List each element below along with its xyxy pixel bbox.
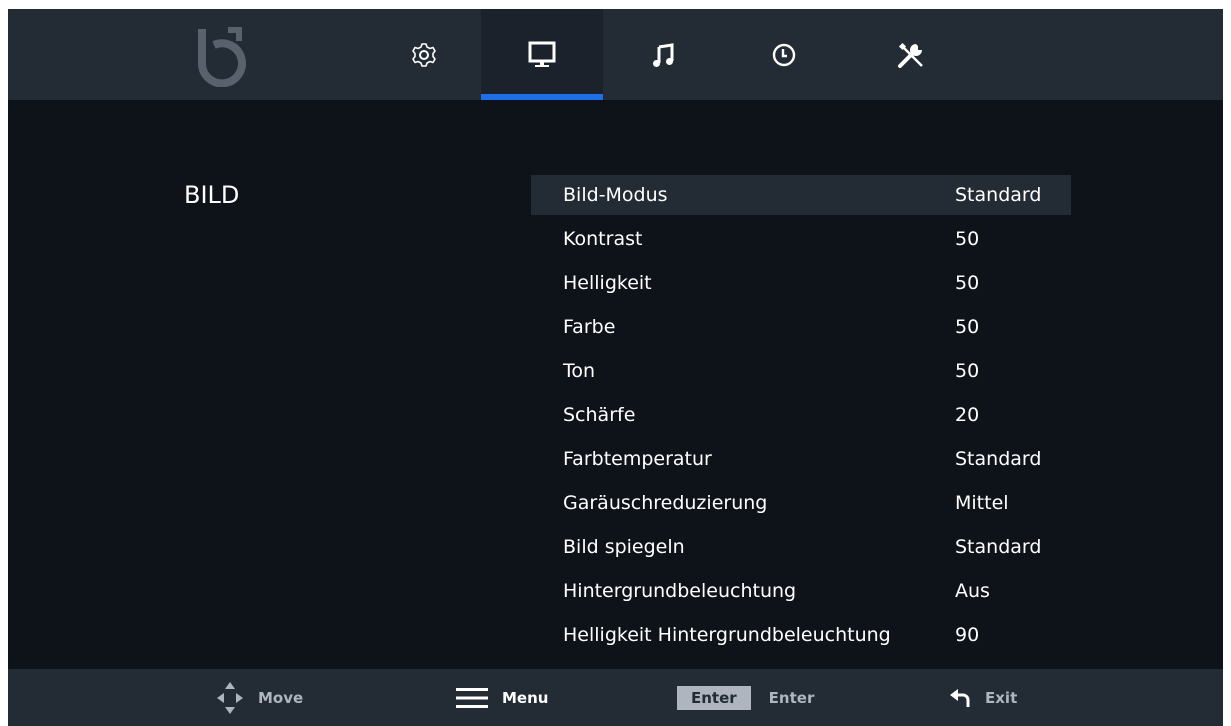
- menu-item-color-temperature[interactable]: Farbtemperatur Standard: [531, 439, 1071, 479]
- clock-icon: [772, 43, 796, 67]
- hint-enter: Enter Enter: [677, 669, 814, 726]
- brand-logo: [197, 27, 246, 87]
- gear-icon: [412, 43, 436, 67]
- menu-item-tint[interactable]: Ton 50: [531, 351, 1071, 391]
- menu-item-label: Kontrast: [563, 228, 643, 250]
- menu-item-label: Farbtemperatur: [563, 448, 712, 470]
- tab-setup[interactable]: [850, 9, 972, 100]
- monitor-icon: [528, 41, 556, 67]
- menu-item-label: Schärfe: [563, 404, 636, 426]
- hint-exit-label: Exit: [985, 688, 1018, 707]
- menu-item-value: 50: [955, 316, 980, 338]
- tab-picture[interactable]: [481, 9, 603, 100]
- menu-item-value: Aus: [955, 580, 990, 602]
- tools-icon: [898, 42, 923, 68]
- tab-settings[interactable]: [363, 9, 485, 100]
- menu-item-brightness[interactable]: Helligkeit 50: [531, 263, 1071, 303]
- menu-item-label: Helligkeit Hintergrundbeleuchtung: [563, 624, 891, 646]
- menu-item-value: 50: [955, 228, 980, 250]
- menu-item-picture-mode[interactable]: Bild-Modus Standard: [531, 175, 1071, 215]
- hint-menu-label: Menu: [502, 688, 549, 707]
- menu-item-sharpness[interactable]: Schärfe 20: [531, 395, 1071, 435]
- menu-item-backlight[interactable]: Hintergrundbeleuchtung Aus: [531, 571, 1071, 611]
- menu-item-label: Farbe: [563, 316, 616, 338]
- menu-item-label: Ton: [563, 360, 596, 382]
- back-arrow-icon: [950, 688, 970, 707]
- hint-move-label: Move: [258, 688, 304, 707]
- enter-key-badge: Enter: [677, 685, 751, 710]
- tab-sound[interactable]: [603, 9, 725, 100]
- dpad-icon: [217, 681, 243, 714]
- hint-exit: Exit: [949, 669, 1017, 726]
- tab-timer[interactable]: [723, 9, 845, 100]
- hint-move: Move: [216, 669, 303, 726]
- menu-item-mirror-picture[interactable]: Bild spiegeln Standard: [531, 527, 1071, 567]
- menu-item-value: 20: [955, 404, 980, 426]
- menu-item-noise-reduction[interactable]: Garäuschreduzierung Mittel: [531, 483, 1071, 523]
- hint-enter-label: Enter: [768, 688, 815, 707]
- menu-item-backlight-brightness[interactable]: Helligkeit Hintergrundbeleuchtung 90: [531, 615, 1071, 655]
- menu-item-value: 50: [955, 272, 980, 294]
- menu-item-label: Bild-Modus: [563, 184, 668, 206]
- menu-item-value: 50: [955, 360, 980, 382]
- menu-item-label: Bild spiegeln: [563, 536, 685, 558]
- menu-item-color[interactable]: Farbe 50: [531, 307, 1071, 347]
- section-title: BILD: [184, 181, 240, 209]
- menu-item-label: Garäuschreduzierung: [563, 492, 768, 514]
- menu-item-value: Standard: [955, 184, 1042, 206]
- menu-item-label: Helligkeit: [563, 272, 652, 294]
- menu-item-contrast[interactable]: Kontrast 50: [531, 219, 1071, 259]
- menu-item-label: Hintergrundbeleuchtung: [563, 580, 797, 602]
- picture-settings-menu: Bild-Modus Standard Kontrast 50 Helligke…: [531, 175, 1071, 659]
- top-navigation-bar: [8, 9, 1223, 100]
- menu-item-value: Mittel: [955, 492, 1009, 514]
- tv-screen: BILD Bild-Modus Standard Kontrast 50 Hel…: [8, 9, 1223, 726]
- hamburger-menu-icon: [456, 687, 488, 708]
- menu-item-value: Standard: [955, 448, 1042, 470]
- hint-menu: Menu: [456, 669, 548, 726]
- music-note-icon: [653, 43, 674, 67]
- menu-item-value: Standard: [955, 536, 1042, 558]
- active-tab-indicator: [481, 94, 603, 100]
- menu-item-value: 90: [955, 624, 980, 646]
- bottom-hint-bar: Move Menu Enter Enter Exit: [8, 669, 1223, 726]
